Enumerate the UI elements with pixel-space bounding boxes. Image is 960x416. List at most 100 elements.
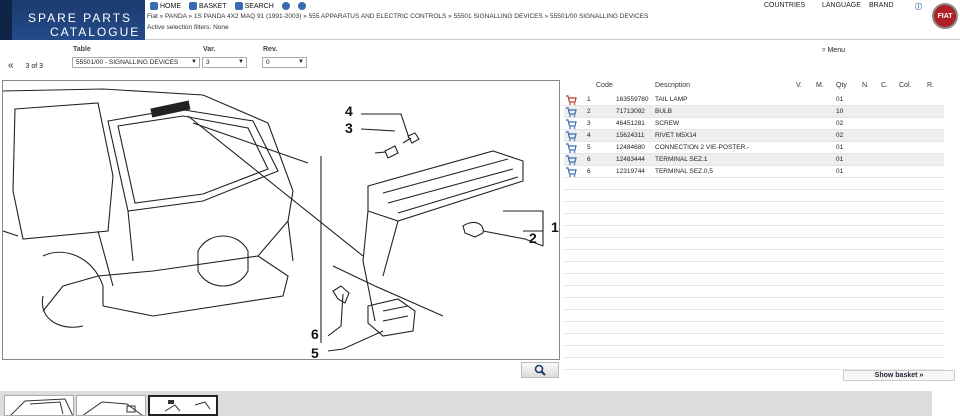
catalogue-logo[interactable]: SPARE PARTS CATALOGUE <box>0 0 145 40</box>
thumbnail-1-image <box>10 398 73 415</box>
callout-3[interactable]: 3 <box>345 120 353 136</box>
thumbnail-3-active[interactable] <box>148 395 218 416</box>
add-to-basket-icon[interactable] <box>566 167 577 177</box>
var-select[interactable]: 3 ▼ <box>202 57 247 68</box>
add-to-basket-icon[interactable] <box>566 95 577 105</box>
prev-table-button[interactable]: « <box>8 60 14 71</box>
nav-search[interactable]: SEARCH <box>234 2 274 10</box>
row-number[interactable]: 6 <box>587 156 591 163</box>
table-row[interactable]: 1 183559780 TAIL LAMP 01 <box>564 94 944 106</box>
empty-row <box>564 274 944 286</box>
language-link[interactable]: LANGUAGE <box>822 2 861 9</box>
logo-line1: SPARE PARTS <box>28 11 133 25</box>
add-to-basket-icon[interactable] <box>566 107 577 117</box>
menu-toggle[interactable]: ▿ Menu <box>822 46 845 54</box>
header: SPARE PARTS CATALOGUE HOME BASKET SEARCH… <box>0 0 960 40</box>
thumbnail-2-image <box>82 401 143 415</box>
active-filters: Active selection filters: None <box>147 24 229 31</box>
empty-row <box>564 178 944 190</box>
table-row[interactable]: 4 15624311 RIVET M5X14 02 <box>564 130 944 142</box>
add-to-basket-icon[interactable] <box>566 119 577 129</box>
col-code: Code <box>596 82 613 89</box>
countries-link[interactable]: COUNTRIES <box>764 2 805 9</box>
row-number[interactable]: 2 <box>587 108 591 115</box>
row-code[interactable]: 12319744 <box>616 168 645 175</box>
thumbnail-2[interactable] <box>76 395 146 416</box>
table-select[interactable]: 55501/00 - SIGNALLING DEVICES ▼ <box>72 57 200 68</box>
exploded-view-drawing[interactable]: 4 3 1 2 6 5 <box>2 80 560 360</box>
empty-row <box>564 214 944 226</box>
table-row[interactable]: 3 46451281 SCREW 02 <box>564 118 944 130</box>
callout-1[interactable]: 1 <box>551 219 559 235</box>
rev-select-value: 0 <box>266 59 270 66</box>
callout-2[interactable]: 2 <box>529 230 537 246</box>
col-col: Col. <box>899 82 912 89</box>
chevron-down-icon: ▼ <box>191 59 197 65</box>
chevron-down-icon: ▼ <box>238 59 244 65</box>
row-code[interactable]: 46451281 <box>616 120 645 127</box>
col-v: V. <box>796 82 802 89</box>
logo-line2: CATALOGUE <box>50 25 141 39</box>
row-number[interactable]: 3 <box>587 120 591 127</box>
thumbnail-strip <box>0 391 932 416</box>
callout-4[interactable]: 4 <box>345 103 353 119</box>
home-icon <box>150 2 158 10</box>
nav-home[interactable]: HOME <box>150 2 181 10</box>
callout-6[interactable]: 6 <box>311 326 319 342</box>
zoom-button[interactable] <box>521 362 559 378</box>
nav-basket[interactable]: BASKET <box>189 2 227 10</box>
show-basket-button[interactable]: Show basket » <box>843 370 955 381</box>
col-description: Description <box>655 82 691 89</box>
row-code[interactable]: 183559780 <box>616 96 649 103</box>
chevron-down-icon: ▼ <box>298 59 304 65</box>
col-m: M. <box>816 82 824 89</box>
pager-text: 3 of 3 <box>25 63 44 70</box>
row-description: BULB <box>655 108 672 115</box>
table-row[interactable]: 6 12483444 TERMINAL SEZ.1 01 <box>564 154 944 166</box>
table-row[interactable]: 6 12319744 TERMINAL SEZ.0,5 01 <box>564 166 944 178</box>
info-icon[interactable]: ⓘ <box>915 2 922 12</box>
row-description: RIVET M5X14 <box>655 132 697 139</box>
row-code[interactable]: 12484680 <box>616 144 645 151</box>
add-to-basket-icon[interactable] <box>566 155 577 165</box>
row-description: TERMINAL SEZ.1 <box>655 156 708 163</box>
row-code[interactable]: 12483444 <box>616 156 645 163</box>
add-to-basket-icon[interactable] <box>566 131 577 141</box>
parts-table: Code Description V. M. Qty N. C. Col. R.… <box>564 80 944 370</box>
rev-select[interactable]: 0 ▼ <box>262 57 307 68</box>
row-description: TERMINAL SEZ.0,5 <box>655 168 713 175</box>
row-number[interactable]: 6 <box>587 168 591 175</box>
row-qty: 01 <box>836 144 844 151</box>
row-number[interactable]: 4 <box>587 132 591 139</box>
row-number[interactable]: 1 <box>587 96 591 103</box>
magnifier-icon <box>534 364 546 376</box>
brand-link[interactable]: BRAND <box>869 2 894 9</box>
table-selectors: « 3 of 3 Table 55501/00 - SIGNALLING DEV… <box>0 46 960 76</box>
help-icon <box>297 2 306 10</box>
col-c: C. <box>881 82 888 89</box>
row-code[interactable]: 71713092 <box>616 108 645 115</box>
callout-5[interactable]: 5 <box>311 345 319 359</box>
rev-label: Rev. <box>263 46 278 53</box>
add-to-basket-icon[interactable] <box>566 143 577 153</box>
empty-row <box>564 310 944 322</box>
row-number[interactable]: 5 <box>587 144 591 151</box>
thumbnail-1[interactable] <box>4 395 74 416</box>
top-nav: HOME BASKET SEARCH <box>150 2 306 10</box>
breadcrumb[interactable]: Fiat » PANDA » 1S PANDA 4X2 MAQ 91 (1991… <box>147 13 648 20</box>
nav-help[interactable] <box>297 2 306 10</box>
row-qty: 01 <box>836 156 844 163</box>
pager: « 3 of 3 <box>8 60 43 71</box>
row-code[interactable]: 15624311 <box>616 132 644 139</box>
empty-row <box>564 250 944 262</box>
table-row[interactable]: 2 71713092 BULB 10 <box>564 106 944 118</box>
print-icon <box>281 2 290 10</box>
nav-print[interactable] <box>281 2 290 10</box>
row-description: SCREW <box>655 120 680 127</box>
table-row[interactable]: 5 12484680 CONNECTION 2 VIE-POSTER.- 01 <box>564 142 944 154</box>
var-select-value: 3 <box>206 59 210 66</box>
thumbnail-3-image <box>164 400 211 412</box>
nav-home-label: HOME <box>160 2 181 10</box>
nav-search-label: SEARCH <box>244 2 274 10</box>
col-r: R. <box>927 82 934 89</box>
